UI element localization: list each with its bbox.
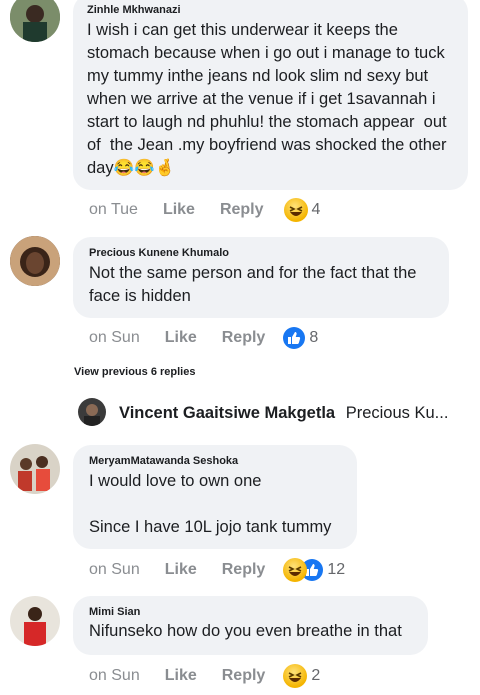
like-button[interactable]: Like bbox=[165, 561, 197, 579]
comment-time[interactable]: on Sun bbox=[89, 561, 140, 579]
avatar[interactable] bbox=[10, 0, 60, 42]
comment-text: I wish i can get this underwear it keeps… bbox=[87, 21, 452, 177]
reply-preview-snippet: Precious Ku... bbox=[345, 404, 449, 422]
comment-time[interactable]: on Sun bbox=[89, 667, 140, 685]
reply-preview-author: Vincent Gaaitsiwe Makgetla bbox=[119, 404, 336, 422]
comment-actions: on Sun Like Reply 8 bbox=[89, 327, 318, 349]
reactions[interactable]: 8 bbox=[283, 327, 318, 349]
reaction-count: 8 bbox=[309, 329, 319, 346]
view-previous-replies-link[interactable]: View previous 6 replies bbox=[74, 366, 195, 378]
like-button[interactable]: Like bbox=[165, 329, 197, 347]
haha-icon bbox=[283, 664, 308, 688]
avatar[interactable] bbox=[10, 596, 60, 646]
like-button[interactable]: Like bbox=[163, 201, 195, 219]
comment-bubble: Zinhle Mkhwanazi I wish i can get this u… bbox=[73, 0, 468, 190]
reply-button[interactable]: Reply bbox=[222, 561, 266, 579]
comment-bubble: MeryamMatawanda Seshoka I would love to … bbox=[73, 445, 357, 549]
comment-author[interactable]: MeryamMatawanda Seshoka bbox=[89, 455, 341, 467]
comment-bubble: Precious Kunene Khumalo Not the same per… bbox=[73, 237, 449, 318]
reply-preview[interactable]: Vincent Gaaitsiwe Makgetla Precious Ku..… bbox=[119, 404, 448, 423]
comment-time[interactable]: on Tue bbox=[89, 201, 138, 219]
reaction-count: 4 bbox=[311, 201, 321, 218]
reply-button[interactable]: Reply bbox=[222, 329, 266, 347]
haha-icon bbox=[283, 198, 308, 222]
reactions[interactable]: 2 bbox=[283, 664, 320, 688]
comment-author[interactable]: Mimi Sian bbox=[89, 606, 412, 618]
avatar-image bbox=[10, 236, 60, 286]
reply-button[interactable]: Reply bbox=[220, 201, 264, 219]
avatar[interactable] bbox=[78, 398, 106, 426]
comment-actions: on Sun Like Reply 12 bbox=[89, 558, 345, 582]
avatar-image bbox=[10, 596, 60, 646]
reaction-count: 12 bbox=[327, 561, 346, 578]
like-button[interactable]: Like bbox=[165, 667, 197, 685]
reply-button[interactable]: Reply bbox=[222, 667, 266, 685]
reactions[interactable]: 12 bbox=[283, 558, 345, 582]
avatar-image bbox=[78, 398, 106, 426]
comment-text: Not the same person and for the fact tha… bbox=[89, 264, 422, 305]
reactions[interactable]: 4 bbox=[283, 198, 321, 222]
comment-time[interactable]: on Sun bbox=[89, 329, 140, 347]
comment-author[interactable]: Precious Kunene Khumalo bbox=[89, 247, 433, 259]
comment-text: I would love to own one Since I have 10L… bbox=[89, 472, 332, 536]
haha-icon bbox=[283, 558, 308, 582]
reaction-count: 2 bbox=[311, 667, 321, 684]
avatar[interactable] bbox=[10, 236, 60, 286]
like-icon bbox=[283, 327, 306, 349]
avatar-image bbox=[10, 0, 60, 42]
avatar[interactable] bbox=[10, 444, 60, 494]
comment-bubble: Mimi Sian Nifunseko how do you even brea… bbox=[73, 596, 428, 655]
comment-actions: on Sun Like Reply 2 bbox=[89, 664, 320, 688]
comment-actions: on Tue Like Reply 4 bbox=[89, 198, 320, 222]
avatar-image bbox=[10, 444, 60, 494]
comment-text: Nifunseko how do you even breathe in tha… bbox=[89, 622, 402, 640]
comment-author[interactable]: Zinhle Mkhwanazi bbox=[87, 4, 454, 16]
